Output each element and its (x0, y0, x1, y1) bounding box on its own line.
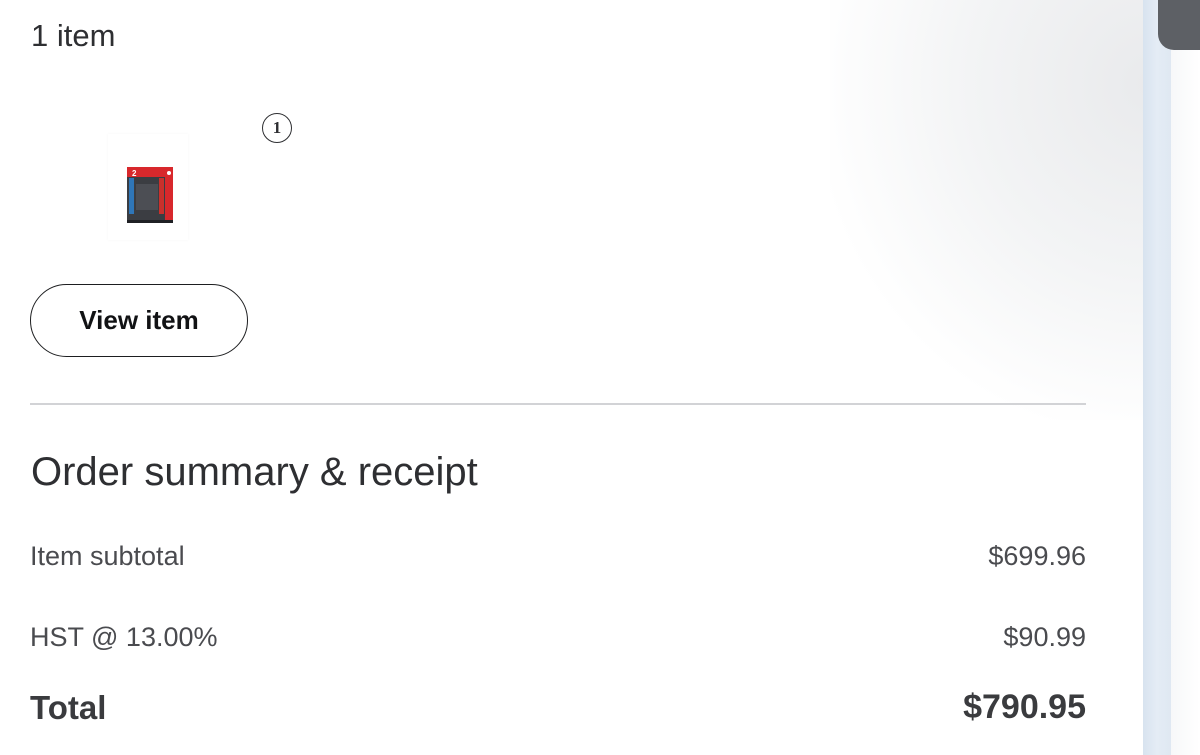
adjacent-window-edge (1171, 0, 1200, 755)
quantity-badge: 1 (262, 113, 292, 143)
item-count: 1 item (31, 18, 116, 53)
summary-row-subtotal: Item subtotal $699.96 (30, 541, 1086, 572)
total-label: Total (30, 688, 107, 726)
corner-tab (1158, 0, 1200, 50)
game-console-box-icon: 2 (108, 134, 188, 240)
summary-row-amount: $90.99 (1003, 622, 1086, 652)
summary-row-label: Item subtotal (30, 541, 185, 571)
background-shading (830, 0, 1150, 420)
product-thumbnail[interactable]: 2 (108, 134, 188, 240)
view-item-button[interactable]: View item (30, 284, 248, 357)
svg-text:2: 2 (132, 169, 137, 178)
total-amount: $790.95 (963, 688, 1086, 726)
order-summary-title: Order summary & receipt (31, 450, 478, 494)
section-divider (30, 403, 1086, 405)
summary-row-amount: $699.96 (988, 541, 1086, 571)
window-edge-strip (1143, 0, 1171, 755)
summary-row-label: HST @ 13.00% (30, 622, 218, 652)
summary-row-tax: HST @ 13.00% $90.99 (30, 622, 1086, 653)
summary-row-total: Total $790.95 (30, 688, 1086, 727)
order-details-page: 1 item 2 1 View item Order summary & rec… (0, 0, 1200, 755)
